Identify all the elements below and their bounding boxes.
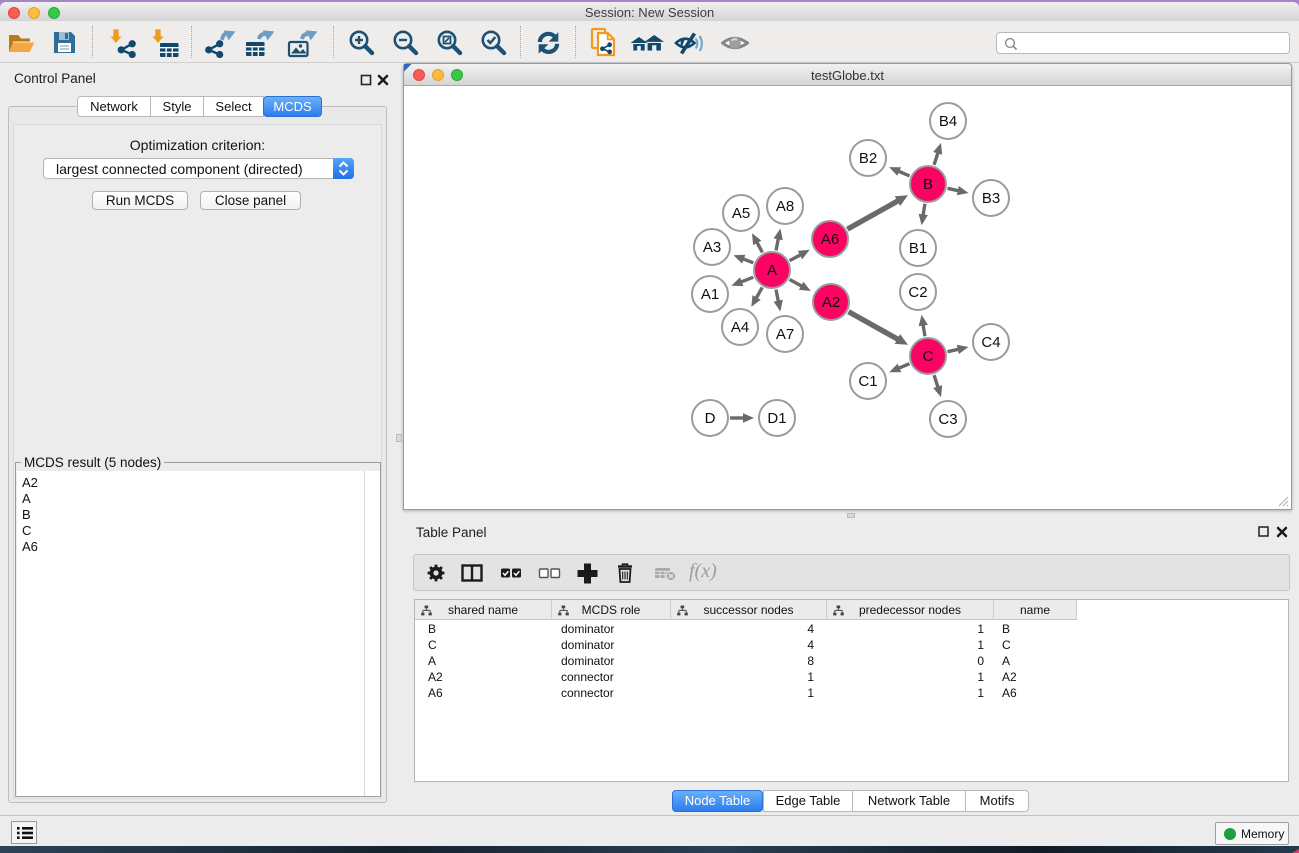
svg-text:A4: A4	[731, 319, 749, 336]
svg-text:B2: B2	[859, 150, 877, 167]
svg-text:C3: C3	[938, 411, 957, 428]
svg-text:C: C	[923, 348, 934, 365]
svg-text:B: B	[923, 176, 933, 193]
svg-text:A8: A8	[776, 198, 794, 215]
svg-text:A7: A7	[776, 326, 794, 343]
svg-text:C1: C1	[858, 373, 877, 390]
svg-text:A3: A3	[703, 239, 721, 256]
svg-text:D: D	[705, 410, 716, 427]
svg-text:B3: B3	[982, 190, 1000, 207]
svg-text:A1: A1	[701, 286, 719, 303]
svg-text:C2: C2	[908, 284, 927, 301]
svg-text:C4: C4	[981, 334, 1000, 351]
svg-text:A6: A6	[821, 231, 839, 248]
svg-text:A2: A2	[822, 294, 840, 311]
svg-text:D1: D1	[767, 410, 786, 427]
svg-text:A: A	[767, 262, 777, 279]
svg-text:A5: A5	[732, 205, 750, 222]
svg-text:B1: B1	[909, 240, 927, 257]
svg-text:B4: B4	[939, 113, 957, 130]
